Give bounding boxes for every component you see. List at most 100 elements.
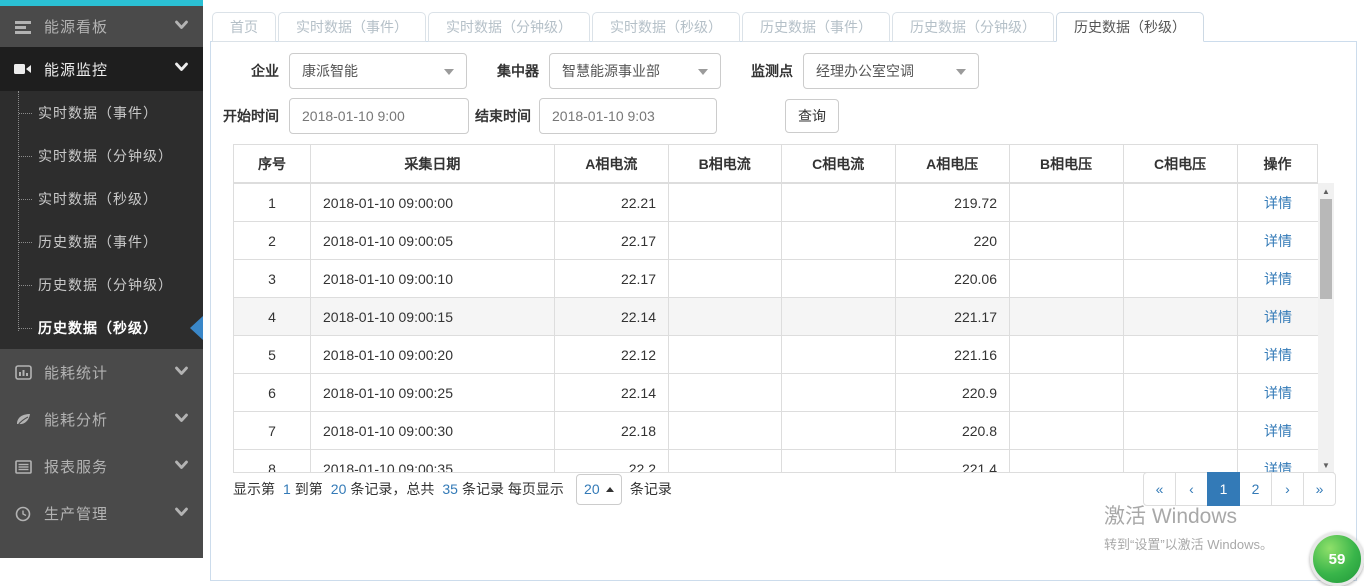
- scroll-up-icon[interactable]: ▲: [1318, 183, 1334, 199]
- column-header: C相电流: [781, 145, 895, 183]
- page-size-value: 20: [584, 481, 600, 497]
- column-header: B相电压: [1009, 145, 1123, 183]
- sidebar-subitem[interactable]: 实时数据（秒级）: [0, 177, 203, 220]
- table-cell: 6: [234, 374, 311, 412]
- sidebar-subitem[interactable]: 历史数据（分钟级）: [0, 263, 203, 306]
- sidebar-item-label: 报表服务: [44, 456, 175, 477]
- chevron-down-icon: [175, 366, 189, 380]
- sidebar-item[interactable]: 能耗统计: [0, 349, 203, 396]
- tree-connector: [19, 285, 32, 286]
- score-badge[interactable]: 59: [1310, 532, 1364, 586]
- table-cell: [1124, 450, 1238, 474]
- start-time-label: 开始时间: [223, 106, 279, 126]
- chevron-down-icon: [175, 507, 189, 521]
- production-clock-icon: [14, 505, 32, 523]
- sidebar-subitem[interactable]: 历史数据（事件）: [0, 220, 203, 263]
- records-text: 到第: [295, 479, 323, 499]
- sidebar-item[interactable]: 能耗分析: [0, 396, 203, 443]
- sidebar-subitem[interactable]: 实时数据（事件）: [0, 91, 203, 134]
- table-cell-action: 详情: [1238, 336, 1319, 374]
- enterprise-select[interactable]: 康派智能: [289, 53, 467, 89]
- page-button-‹[interactable]: ‹: [1175, 472, 1208, 506]
- table-cell: [669, 374, 782, 412]
- pagination: «‹12›»: [1143, 472, 1336, 506]
- table-row: 42018-01-10 09:00:1522.14221.17详情: [234, 298, 1319, 336]
- table-row: 32018-01-10 09:00:1022.17220.06详情: [234, 260, 1319, 298]
- sidebar-subitem-label: 实时数据（秒级）: [38, 189, 158, 209]
- column-header: 采集日期: [310, 145, 554, 183]
- table-cell: 22.21: [555, 184, 669, 222]
- stats-chart-icon: [14, 364, 32, 382]
- records-total: 35: [442, 481, 458, 497]
- tab-0[interactable]: 首页: [212, 12, 276, 42]
- page-size-dropdown[interactable]: 20: [576, 474, 622, 505]
- tab-4[interactable]: 历史数据（事件）: [742, 12, 890, 42]
- detail-link[interactable]: 详情: [1264, 385, 1292, 401]
- table-row: 62018-01-10 09:00:2522.14220.9详情: [234, 374, 1319, 412]
- page-button-›[interactable]: ›: [1271, 472, 1304, 506]
- detail-link[interactable]: 详情: [1264, 347, 1292, 363]
- sidebar-item[interactable]: 能源监控: [0, 47, 203, 91]
- filter-row-1: 企业 康派智能 集中器 智慧能源事业部 监测点 经理办公室空调: [223, 53, 979, 89]
- tab-6[interactable]: 历史数据（秒级）: [1056, 12, 1204, 42]
- table-row: 72018-01-10 09:00:3022.18220.8详情: [234, 412, 1319, 450]
- sidebar-item[interactable]: 报表服务: [0, 443, 203, 490]
- tab-5[interactable]: 历史数据（分钟级）: [892, 12, 1054, 42]
- end-time-value: 2018-01-10 9:03: [552, 108, 655, 124]
- end-time-input[interactable]: 2018-01-10 9:03: [539, 98, 717, 134]
- table-header: 序号采集日期A相电流B相电流C相电流A相电压B相电压C相电压操作: [233, 144, 1334, 183]
- detail-link[interactable]: 详情: [1264, 423, 1292, 439]
- records-text: 条记录: [630, 479, 672, 499]
- page-button-»[interactable]: »: [1303, 472, 1336, 506]
- tab-1[interactable]: 实时数据（事件）: [278, 12, 426, 42]
- table-cell-action: 详情: [1238, 374, 1319, 412]
- table-cell: 5: [234, 336, 311, 374]
- chevron-down-icon: [175, 413, 189, 427]
- table-cell-action: 详情: [1238, 222, 1319, 260]
- tab-3[interactable]: 实时数据（秒级）: [592, 12, 740, 42]
- caret-up-icon: [606, 487, 614, 492]
- sidebar-submenu: 实时数据（事件） 实时数据（分钟级） 实时数据（秒级） 历史数据（事件）历史数据（分钟…: [0, 91, 203, 349]
- detail-link[interactable]: 详情: [1264, 309, 1292, 325]
- detail-link[interactable]: 详情: [1264, 271, 1292, 287]
- sidebar-subitem-label: 实时数据（事件）: [38, 103, 158, 123]
- table-cell: 221.4: [896, 450, 1010, 474]
- page-button-«[interactable]: «: [1143, 472, 1176, 506]
- detail-link[interactable]: 详情: [1264, 233, 1292, 249]
- table-cell: [782, 374, 896, 412]
- sidebar-subitem[interactable]: 历史数据（秒级）: [0, 306, 203, 349]
- table-scrollbar[interactable]: ▲ ▼: [1318, 183, 1334, 473]
- table-cell: 2018-01-10 09:00:25: [311, 374, 555, 412]
- scroll-down-icon[interactable]: ▼: [1318, 457, 1334, 473]
- table-row: 12018-01-10 09:00:0022.21219.72详情: [234, 184, 1319, 222]
- sidebar-item[interactable]: 能源看板: [0, 6, 203, 47]
- records-summary: 显示第 1 到第 20 条记录，总共 35 条记录 每页显示 20 条记录: [233, 472, 676, 506]
- detail-link[interactable]: 详情: [1264, 195, 1292, 211]
- tree-connector: [19, 113, 32, 114]
- table-cell: 22.17: [555, 260, 669, 298]
- dashboard-icon: [14, 18, 32, 36]
- table-cell: 22.14: [555, 298, 669, 336]
- tab-2[interactable]: 实时数据（分钟级）: [428, 12, 590, 42]
- search-button[interactable]: 查询: [785, 99, 839, 133]
- column-header: A相电流: [554, 145, 668, 183]
- table-cell-action: 详情: [1238, 260, 1319, 298]
- table-cell: 22.18: [555, 412, 669, 450]
- sidebar-item-partial[interactable]: [0, 537, 203, 557]
- sidebar-subitem[interactable]: 实时数据（分钟级）: [0, 134, 203, 177]
- sidebar-subitem-label: 实时数据（分钟级）: [38, 146, 173, 166]
- table-cell: 1: [234, 184, 311, 222]
- table-cell: [1124, 184, 1238, 222]
- sidebar-item[interactable]: 生产管理: [0, 490, 203, 537]
- table-row: 52018-01-10 09:00:2022.12221.16详情: [234, 336, 1319, 374]
- table-cell: 2018-01-10 09:00:10: [311, 260, 555, 298]
- page-button-1[interactable]: 1: [1207, 472, 1240, 506]
- monitor-point-select[interactable]: 经理办公室空调: [803, 53, 979, 89]
- table-cell: 2: [234, 222, 311, 260]
- page-button-2[interactable]: 2: [1239, 472, 1272, 506]
- start-time-input[interactable]: 2018-01-10 9:00: [289, 98, 469, 134]
- concentrator-select-value: 智慧能源事业部: [562, 61, 660, 81]
- concentrator-select[interactable]: 智慧能源事业部: [549, 53, 721, 89]
- scrollbar-thumb[interactable]: [1320, 199, 1332, 299]
- column-header: C相电压: [1123, 145, 1237, 183]
